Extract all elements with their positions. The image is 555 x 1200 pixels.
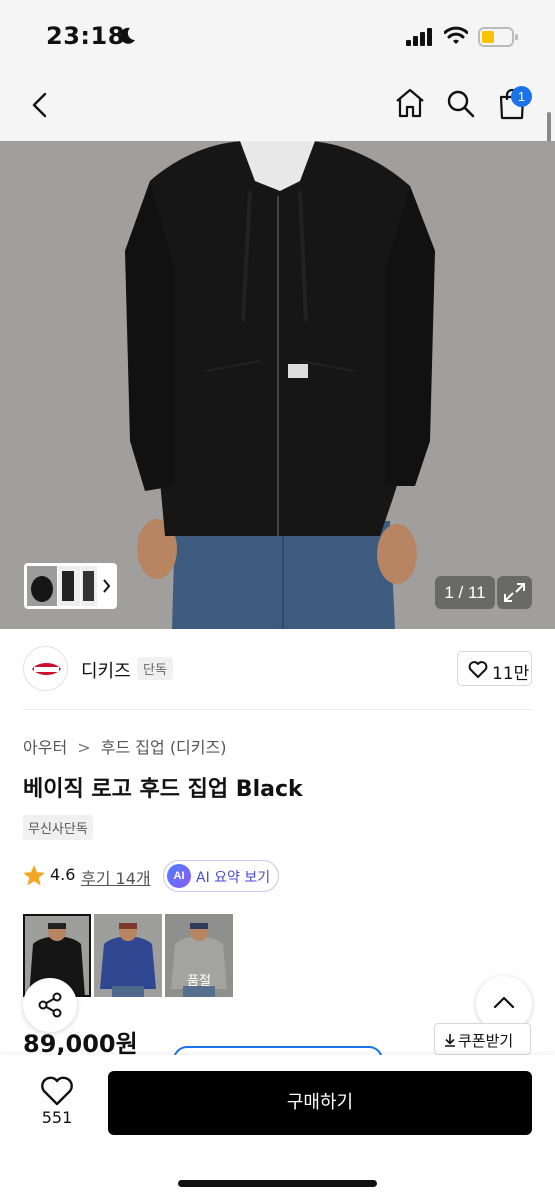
review-count-link[interactable]: 후기 14개 — [81, 865, 151, 889]
buy-button[interactable]: 구매하기 — [108, 1071, 532, 1135]
download-icon — [445, 1034, 455, 1047]
gallery-thumbnails — [27, 566, 111, 606]
color-option-gray[interactable]: 품절 — [165, 914, 233, 997]
dickies-logo — [32, 663, 61, 675]
color-option-navy[interactable] — [94, 914, 162, 997]
swatch-image-navy — [94, 914, 162, 997]
coupon-label: 쿠폰받기 — [458, 1032, 514, 1050]
brand-exclusive-tag: 단독 — [137, 657, 173, 680]
brand-like-count: 11만 — [492, 664, 530, 684]
product-image[interactable]: 1 / 11 — [0, 141, 555, 629]
status-time: 23:18 — [46, 22, 125, 50]
product-title: 베이직 로고 후드 집업 Black — [23, 777, 303, 802]
nav-bar — [0, 70, 555, 141]
ai-icon: AI — [167, 864, 191, 888]
coupon-button[interactable]: 쿠폰받기 — [434, 1023, 531, 1055]
sold-out-label: 품절 — [187, 974, 211, 989]
chevron-up-icon — [493, 996, 515, 1009]
moon-icon — [120, 27, 135, 44]
signal-icon — [406, 28, 432, 46]
back-icon[interactable] — [30, 92, 52, 118]
breadcrumb: 아우터 > 후드 집업 (디키즈) — [23, 734, 226, 758]
wishlist-count: 551 — [41, 1108, 73, 1127]
home-icon[interactable] — [394, 87, 426, 119]
breadcrumb-subcategory[interactable]: 후드 집업 (디키즈) — [101, 734, 227, 758]
heart-icon — [468, 661, 488, 678]
expand-button[interactable] — [497, 576, 532, 609]
brand-name[interactable]: 디키즈 — [81, 657, 131, 683]
star-icon — [23, 865, 45, 886]
breadcrumb-category[interactable]: 아우터 — [23, 734, 67, 758]
divider — [23, 709, 532, 710]
wishlist-heart-icon[interactable] — [39, 1073, 75, 1109]
rating-value: 4.6 — [50, 865, 76, 884]
expand-icon — [504, 583, 525, 602]
home-indicator — [178, 1180, 377, 1187]
status-bar: 23:18 — [0, 0, 555, 70]
product-price: 89,000원 — [23, 1030, 138, 1058]
rating-row: 4.6 후기 14개 AI AI 요약 보기 — [23, 860, 323, 892]
search-icon[interactable] — [446, 89, 476, 119]
gallery-thumbnail-strip[interactable] — [24, 563, 117, 609]
ai-summary-button[interactable]: AI AI 요약 보기 — [163, 860, 279, 892]
ai-summary-label: AI 요약 보기 — [196, 870, 271, 886]
cart-count-badge: 1 — [511, 86, 532, 107]
breadcrumb-separator: > — [77, 738, 91, 757]
share-icon — [38, 992, 62, 1018]
chevron-right-icon — [103, 579, 111, 593]
brand-like-button[interactable]: 11만 — [457, 651, 532, 686]
wifi-icon — [444, 26, 468, 44]
exclusive-tag: 무신사단독 — [23, 815, 93, 840]
image-counter: 1 / 11 — [435, 576, 495, 609]
brand-logo[interactable] — [23, 646, 68, 691]
hoodie-photo — [0, 141, 555, 629]
battery-icon — [478, 27, 518, 47]
